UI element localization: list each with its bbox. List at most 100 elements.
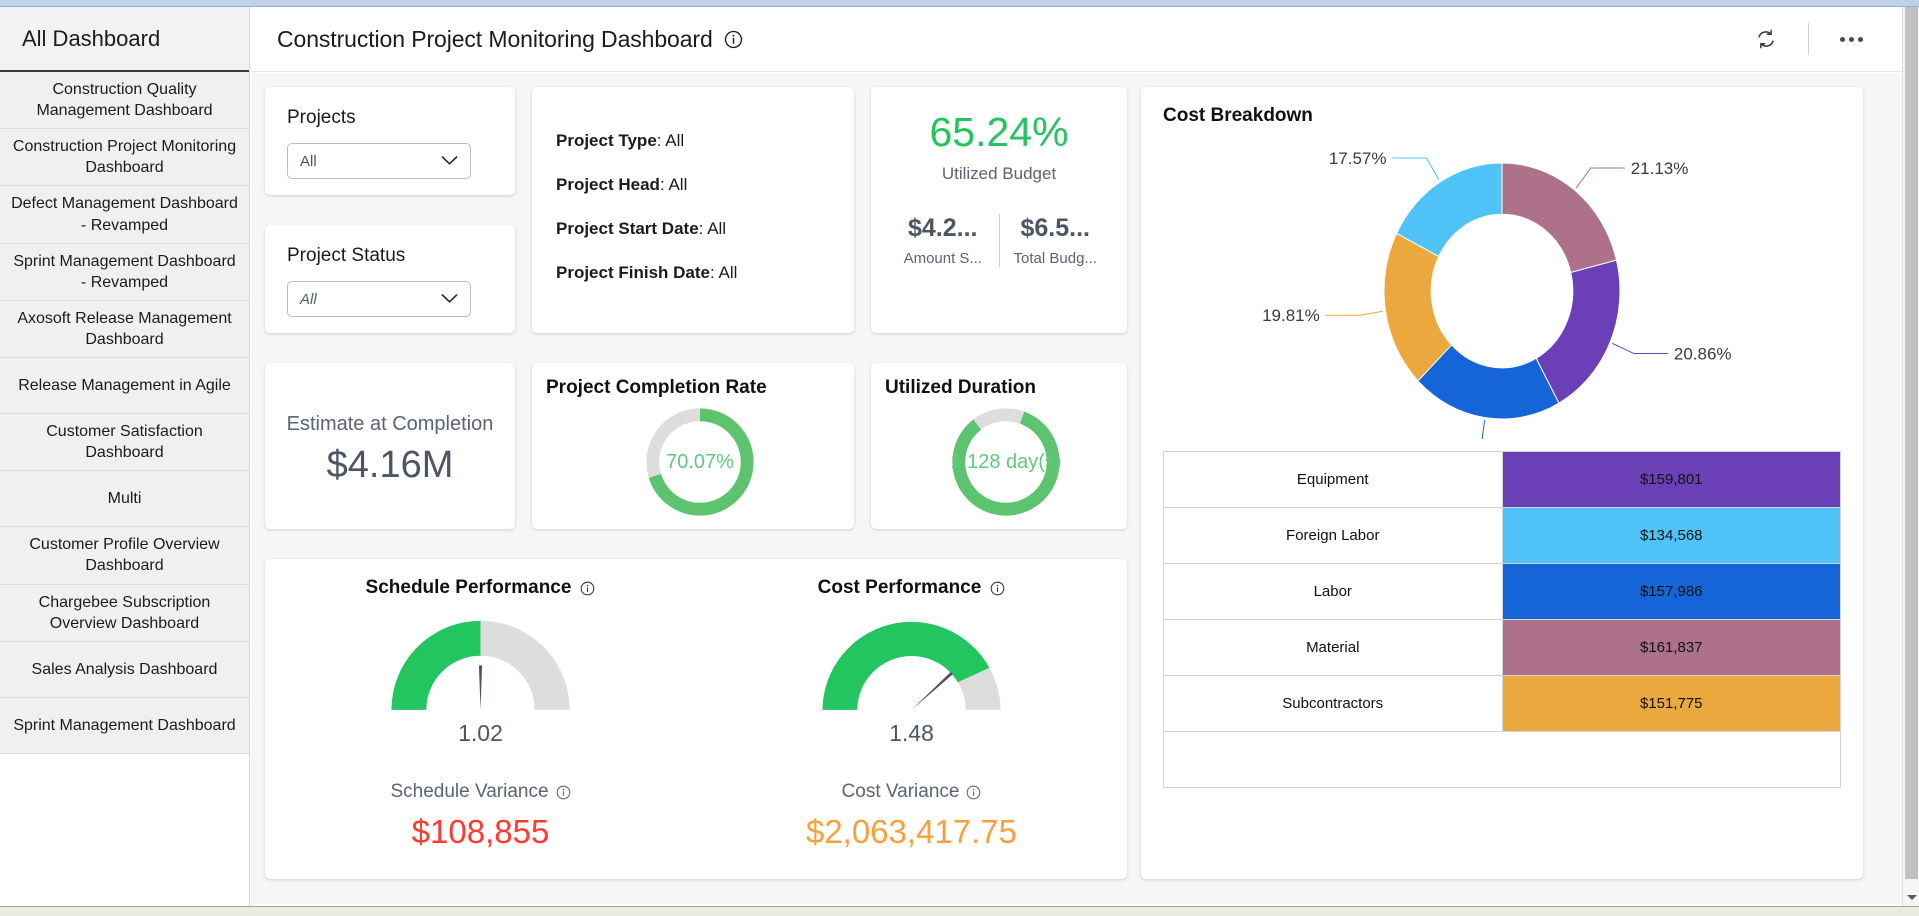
utilized-budget-card: 65.24% Utilized Budget $4.2... Amount S.… xyxy=(871,87,1127,333)
schedule-performance-title: Schedule Performance xyxy=(365,577,572,598)
cost-category-value: $151,775 xyxy=(1501,675,1841,732)
project-info-row: Project Type: All xyxy=(556,131,685,150)
amount-spent-value: $4.2... xyxy=(908,214,978,242)
sidebar-item[interactable]: Release Management in Agile xyxy=(0,358,249,415)
sidebar-item[interactable]: Multi xyxy=(0,471,249,528)
donut-slice[interactable] xyxy=(1395,162,1503,258)
sidebar-item[interactable]: Sales Analysis Dashboard xyxy=(0,641,249,698)
project-info-key: Project Type xyxy=(556,131,657,150)
sidebar-item[interactable]: Axosoft Release Management Dashboard xyxy=(0,300,249,359)
page-scroll-down-arrow[interactable] xyxy=(1903,889,1919,906)
sidebar-item-label: Sprint Management Dashboard - Revamped xyxy=(13,252,236,291)
utilized-duration-value: 1,128 day(s) xyxy=(950,450,1062,473)
project-info-value: All xyxy=(668,175,688,194)
cost-variance-label: Cost Variance xyxy=(841,781,960,802)
cost-performance-title: Cost Performance xyxy=(817,577,982,598)
total-budget-value: $6.5... xyxy=(1020,214,1091,242)
project-info-value: All xyxy=(718,263,738,282)
sidebar-item[interactable]: Sprint Management Dashboard - Revamped xyxy=(0,243,249,301)
donut-percent-label: 20.86% xyxy=(1674,345,1732,364)
more-options-icon[interactable] xyxy=(1831,19,1871,59)
cost-category-label: Material xyxy=(1163,619,1503,676)
sidebar-item[interactable]: Defect Management Dashboard - Revamped xyxy=(0,186,249,244)
info-icon[interactable] xyxy=(556,785,571,800)
sidebar-item-label: Chargebee Subscription Overview Dashboar… xyxy=(38,593,211,632)
cost-category-value: $161,837 xyxy=(1501,619,1841,676)
info-icon[interactable] xyxy=(966,785,981,800)
cost-variance-value: $2,063,417.75 xyxy=(805,813,1018,850)
page-scrollbar-thumb[interactable] xyxy=(1905,7,1918,879)
project-info-card: Project Type: All Project Head: All Projec… xyxy=(532,87,854,333)
total-budget-block: $6.5... Total Budg... xyxy=(1000,214,1112,267)
estimate-label: Estimate at Completion xyxy=(286,413,494,435)
utilized-budget-percent: 65.24% xyxy=(929,109,1069,155)
schedule-gauge-value: 1.02 xyxy=(458,720,503,746)
table-row: Foreign Labor $134,568 xyxy=(1163,507,1841,564)
total-budget-label: Total Budg... xyxy=(1013,250,1097,267)
cost-category-label: Subcontractors xyxy=(1163,675,1503,732)
sidebar-item[interactable]: Construction Quality Management Dashboar… xyxy=(0,72,249,130)
filter-label-projects: Projects xyxy=(287,107,356,128)
cost-breakdown-table: Equipment $159,801 Foreign Labor $134,568 La… xyxy=(1163,451,1841,732)
completion-rate-title: Project Completion Rate xyxy=(546,377,767,398)
utilized-duration-title: Utilized Duration xyxy=(885,377,1036,398)
amount-spent-block: $4.2... Amount S... xyxy=(887,214,1000,267)
info-icon[interactable] xyxy=(580,581,595,596)
projects-dropdown[interactable]: All xyxy=(287,143,471,179)
utilized-duration-donut: 1,128 day(s) xyxy=(885,403,1127,521)
cost-category-label: Foreign Labor xyxy=(1163,507,1503,564)
sidebar-item-label: Sprint Management Dashboard xyxy=(13,716,236,734)
sidebar-item[interactable]: Chargebee Subscription Overview Dashboar… xyxy=(0,584,249,642)
donut-slice[interactable] xyxy=(1501,162,1618,274)
cost-variance-label-row: Cost Variance xyxy=(696,781,1127,803)
project-info-row: Project Head: All xyxy=(556,175,688,194)
filter-card-project-status: Project Status All xyxy=(265,225,515,333)
dashboard-header: Construction Project Monitoring Dashboar… xyxy=(251,7,1919,72)
schedule-performance-panel: Schedule Performance 1.02 Schedule Varia… xyxy=(265,559,696,879)
table-row: Labor $157,986 xyxy=(1163,563,1841,620)
app-root: All Dashboard Construction Quality Manag… xyxy=(0,0,1919,916)
estimate-value: $4.16M xyxy=(326,444,454,486)
sidebar-item[interactable]: Sprint Management Dashboard xyxy=(0,697,249,754)
amount-spent-label: Amount S... xyxy=(903,250,982,267)
cost-category-value: $134,568 xyxy=(1501,507,1841,564)
sidebar-item-label: Release Management in Agile xyxy=(18,377,231,395)
sidebar-item-label: Construction Project Monitoring Dashboar… xyxy=(12,138,237,177)
sidebar-item[interactable]: Customer Profile Overview Dashboard xyxy=(0,527,249,585)
completion-rate-donut: 70.07% xyxy=(546,403,854,521)
sidebar-dashboard-list: Construction Quality Management Dashboar… xyxy=(0,72,249,754)
sidebar-item[interactable]: Customer Satisfaction Dashboard xyxy=(0,414,249,472)
sidebar-item-label: Construction Quality Management Dashboar… xyxy=(36,81,213,120)
cost-breakdown-empty-row xyxy=(1163,732,1841,788)
filter-card-projects: Projects All xyxy=(265,87,515,195)
project-info-key: Project Finish Date xyxy=(556,263,710,282)
donut-percent-label: 21.13% xyxy=(1631,159,1689,178)
schedule-variance-value: $108,855 xyxy=(411,813,550,850)
cost-gauge-value: 1.48 xyxy=(889,720,934,746)
info-icon[interactable] xyxy=(724,30,743,49)
schedule-variance-label-row: Schedule Variance xyxy=(265,781,696,803)
refresh-icon[interactable] xyxy=(1746,19,1786,59)
cost-category-value: $157,986 xyxy=(1501,563,1841,620)
completion-rate-value: 70.07% xyxy=(666,450,734,473)
budget-split: $4.2... Amount S... $6.5... Total Budg..… xyxy=(887,214,1111,267)
donut-percent-label: 19.81% xyxy=(1262,306,1320,325)
sidebar: All Dashboard Construction Quality Manag… xyxy=(0,7,250,916)
sidebar-item[interactable]: Construction Project Monitoring Dashboar… xyxy=(0,129,249,187)
donut-slice[interactable] xyxy=(1535,259,1621,404)
info-icon[interactable] xyxy=(990,581,1005,596)
donut-percent-label: 17.57% xyxy=(1329,149,1387,168)
sidebar-item-label: Multi xyxy=(107,490,142,508)
donut-leader-line xyxy=(1325,310,1384,316)
utilized-budget-label: Utilized Budget xyxy=(941,164,1057,183)
table-row: Equipment $159,801 xyxy=(1163,451,1841,508)
donut-leader-line xyxy=(1612,342,1668,355)
cost-gauge xyxy=(696,605,1127,718)
chevron-down-icon xyxy=(441,153,458,170)
projects-dropdown-value: All xyxy=(300,152,317,170)
cost-breakdown-card: Cost Breakdown 21.13% 20.86% 20.63% 19.81% 1… xyxy=(1141,87,1863,879)
page-scrollbar[interactable] xyxy=(1902,7,1919,906)
header-divider xyxy=(1808,23,1809,55)
project-status-dropdown-value: All xyxy=(300,290,317,308)
project-status-dropdown[interactable]: All xyxy=(287,281,471,317)
